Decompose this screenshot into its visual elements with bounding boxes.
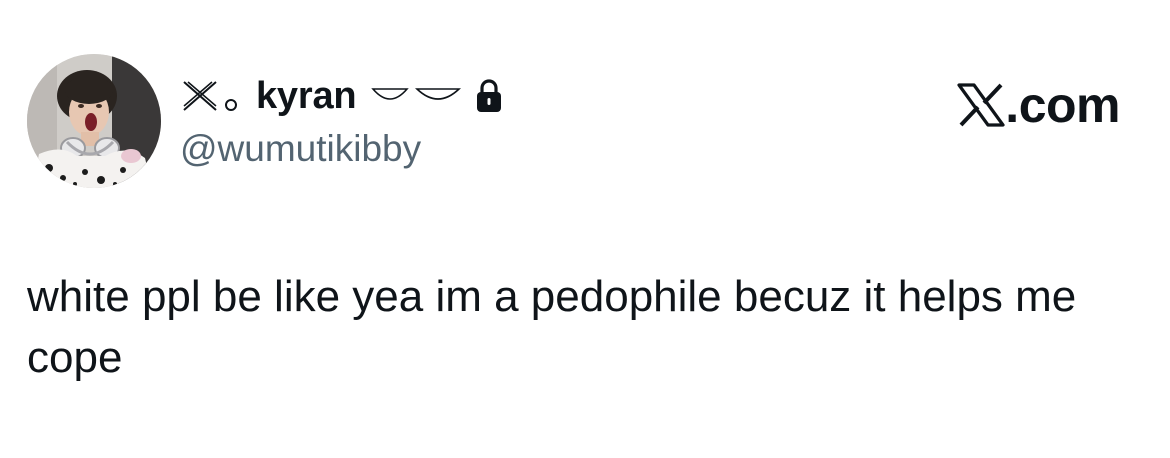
arc-decoration-icon	[370, 81, 462, 111]
brand-domain: .com	[1005, 77, 1120, 133]
x-logo-icon	[957, 83, 1005, 127]
lock-icon	[474, 78, 504, 114]
small-circle-icon	[224, 98, 238, 112]
cross-x-icon	[180, 76, 220, 116]
author-handle[interactable]: @wumutikibby	[180, 128, 421, 170]
author-name-row[interactable]: kyran	[180, 70, 504, 122]
display-name[interactable]: kyran	[256, 75, 357, 118]
avatar[interactable]	[27, 54, 161, 188]
brand-watermark: .com	[957, 77, 1120, 133]
avatar-image	[27, 54, 161, 188]
tweet-text: white ppl be like yea im a pedophile bec…	[27, 272, 1077, 382]
